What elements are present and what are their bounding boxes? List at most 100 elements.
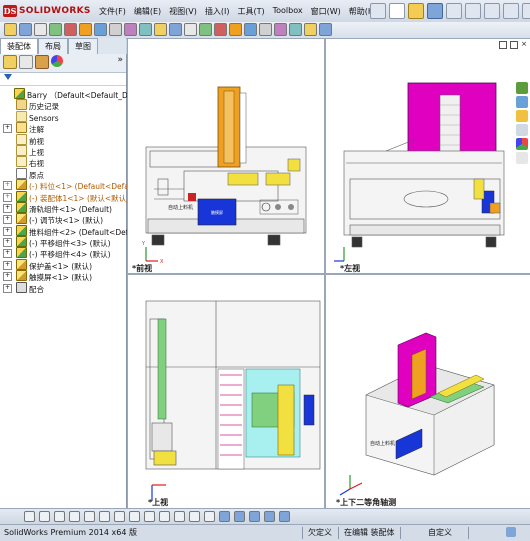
- display-manager-icon[interactable]: [51, 55, 63, 67]
- tree-item[interactable]: + 配合: [2, 281, 126, 294]
- menu-item-4[interactable]: 工具(T): [233, 6, 268, 17]
- toolbar-tool-icon[interactable]: [19, 23, 32, 36]
- toolbar-tool-icon[interactable]: [214, 23, 227, 36]
- viewport-top[interactable]: *上视: [127, 274, 327, 510]
- file-explorer-icon[interactable]: [516, 110, 528, 122]
- sketch-tool-icon[interactable]: [54, 511, 65, 522]
- tree-item[interactable]: 历史记录: [2, 99, 126, 111]
- sketch-tool-icon[interactable]: [69, 511, 80, 522]
- new-document-icon[interactable]: [389, 3, 405, 19]
- tree-item[interactable]: + 注解: [2, 122, 126, 134]
- tree-item[interactable]: + (-) 调节块<1> (默认): [2, 213, 126, 225]
- menu-item-5[interactable]: Toolbox: [269, 6, 307, 17]
- toolbar-tool-icon[interactable]: [94, 23, 107, 36]
- tree-item[interactable]: + (-) 平移组件<3> (默认): [2, 236, 126, 248]
- tab-assembly[interactable]: 装配体: [0, 38, 38, 54]
- save-icon[interactable]: [427, 3, 443, 19]
- sketch-tool-icon[interactable]: [159, 511, 170, 522]
- solidworks-logo[interactable]: DS SOLIDWORKS: [3, 4, 91, 18]
- menu-item-3[interactable]: 插入(I): [201, 6, 234, 17]
- sketch-tool-icon[interactable]: [204, 511, 215, 522]
- sketch-tool-icon[interactable]: [249, 511, 260, 522]
- sketch-tool-icon[interactable]: [39, 511, 50, 522]
- expand-icon[interactable]: +: [3, 260, 12, 270]
- tree-item[interactable]: 上视: [2, 144, 126, 157]
- sketch-tool-icon[interactable]: [99, 511, 110, 522]
- viewport-close-icon[interactable]: ×: [521, 41, 527, 49]
- expand-icon[interactable]: +: [3, 124, 12, 134]
- print-icon[interactable]: [446, 3, 462, 19]
- toolbar-tool-icon[interactable]: [169, 23, 182, 36]
- custom-properties-icon[interactable]: [516, 152, 528, 164]
- property-manager-icon[interactable]: [19, 55, 33, 69]
- undo-icon[interactable]: [465, 3, 481, 19]
- expand-icon[interactable]: +: [3, 192, 12, 202]
- toolbar-tool-icon[interactable]: [109, 23, 122, 36]
- tree-item[interactable]: + 触摸屏<1> (默认): [2, 270, 126, 282]
- sketch-tool-icon[interactable]: [264, 511, 275, 522]
- toolbar-tool-icon[interactable]: [79, 23, 92, 36]
- menu-item-2[interactable]: 视图(V): [165, 6, 201, 17]
- pin-icon[interactable]: [370, 3, 386, 19]
- sketch-tool-icon[interactable]: [129, 511, 140, 522]
- toolbar-tool-icon[interactable]: [304, 23, 317, 36]
- viewport-front[interactable]: 触摸屏 自动上料机 Y X *前视: [127, 38, 327, 276]
- expand-icon[interactable]: +: [3, 272, 12, 282]
- toolbar-tool-icon[interactable]: [139, 23, 152, 36]
- help-icon[interactable]: [506, 527, 516, 537]
- expand-icon[interactable]: +: [3, 249, 12, 259]
- toolbar-tool-icon[interactable]: [274, 23, 287, 36]
- toolbar-tool-icon[interactable]: [64, 23, 77, 36]
- open-folder-icon[interactable]: [408, 3, 424, 19]
- tree-item[interactable]: 前视: [2, 133, 126, 146]
- expand-icon[interactable]: +: [3, 283, 12, 293]
- viewport-maximize-icon[interactable]: [510, 41, 519, 49]
- tree-root[interactable]: Barry （Default<Default_D: [2, 88, 128, 100]
- tree-item[interactable]: + 保护盖<1> (默认): [2, 258, 126, 271]
- tree-item[interactable]: + (-) 装配体1<1> (默认<默认_: [2, 190, 130, 203]
- status-units[interactable]: 自定义: [428, 527, 452, 538]
- expand-panel-icon[interactable]: »: [117, 55, 123, 71]
- tree-item[interactable]: + (-) 平移组件<4> (默认): [2, 247, 126, 259]
- toolbar-tool-icon[interactable]: [289, 23, 302, 36]
- viewport-left[interactable]: × *左视: [325, 38, 530, 276]
- toolbar-tool-icon[interactable]: [49, 23, 62, 36]
- sketch-tool-icon[interactable]: [279, 511, 290, 522]
- tree-item[interactable]: + (-) 料位<1> (Default<Defau: [2, 179, 134, 191]
- sketch-tool-icon[interactable]: [174, 511, 185, 522]
- menu-item-1[interactable]: 编辑(E): [130, 6, 165, 17]
- menu-item-0[interactable]: 文件(F): [95, 6, 130, 17]
- select-icon[interactable]: [484, 3, 500, 19]
- toolbar-tool-icon[interactable]: [124, 23, 137, 36]
- menu-item-6[interactable]: 窗口(W): [307, 6, 345, 17]
- toolbar-tool-icon[interactable]: [244, 23, 257, 36]
- expand-icon[interactable]: +: [3, 226, 12, 236]
- toolbar-tool-icon[interactable]: [199, 23, 212, 36]
- sketch-tool-icon[interactable]: [84, 511, 95, 522]
- tab-sketch[interactable]: 草图: [68, 38, 98, 54]
- viewport-splitter-horizontal[interactable]: [127, 273, 530, 275]
- toolbar-tool-icon[interactable]: [154, 23, 167, 36]
- expand-icon[interactable]: +: [3, 181, 12, 191]
- resources-icon[interactable]: [516, 82, 528, 94]
- rebuild-icon[interactable]: [503, 3, 519, 19]
- sketch-tool-icon[interactable]: [234, 511, 245, 522]
- sketch-tool-icon[interactable]: [114, 511, 125, 522]
- viewport-iso[interactable]: 自动上料机 *上下二等角轴测: [325, 274, 530, 510]
- sketch-tool-icon[interactable]: [24, 511, 35, 522]
- expand-icon[interactable]: +: [3, 238, 12, 248]
- tab-layout[interactable]: 布局: [38, 38, 68, 54]
- design-library-icon[interactable]: [516, 96, 528, 108]
- toolbar-tool-icon[interactable]: [4, 23, 17, 36]
- toolbar-tool-icon[interactable]: [184, 23, 197, 36]
- view-palette-icon[interactable]: [516, 124, 528, 136]
- expand-icon[interactable]: +: [3, 215, 12, 225]
- toolbar-tool-icon[interactable]: [319, 23, 332, 36]
- toolbar-tool-icon[interactable]: [229, 23, 242, 36]
- filter-icon[interactable]: [4, 74, 12, 80]
- tree-item[interactable]: 原点: [2, 167, 126, 180]
- expand-icon[interactable]: +: [3, 203, 12, 213]
- sketch-tool-icon[interactable]: [189, 511, 200, 522]
- options-icon[interactable]: [522, 3, 530, 19]
- tree-item[interactable]: Sensors: [2, 110, 126, 123]
